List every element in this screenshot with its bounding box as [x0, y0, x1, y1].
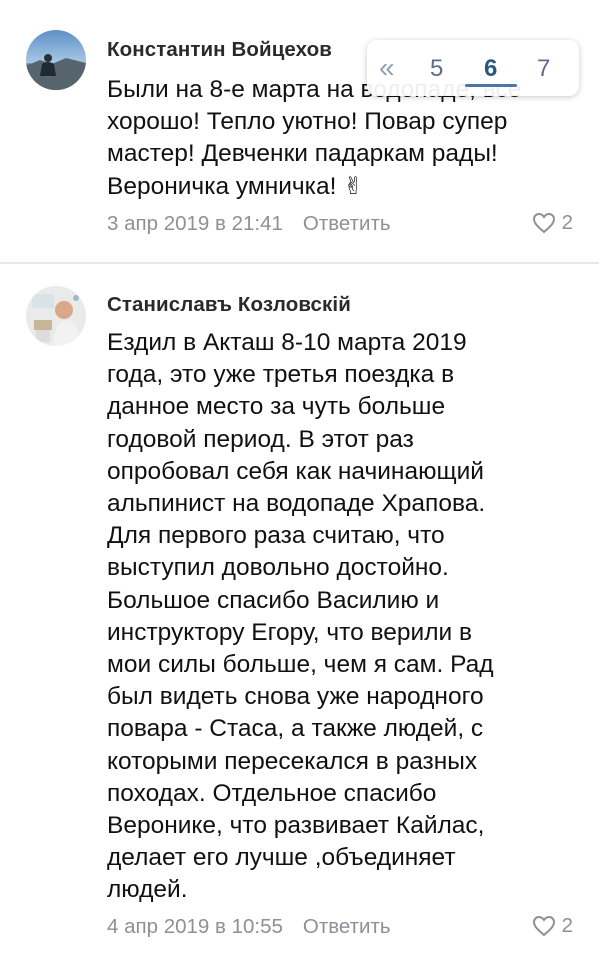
comment-text-line: Большое спасибо Василию и: [107, 586, 440, 614]
comment-text-line: мастер! Девченки падаркам рады!: [107, 140, 498, 168]
comment-text-line: которыми пересекался в разных: [107, 747, 478, 775]
page-5-button[interactable]: 5: [430, 55, 443, 83]
comment-text-line: хорошо! Тепло уютно! Повар супер: [107, 108, 508, 136]
reply-button[interactable]: Ответить: [303, 212, 391, 235]
double-chevron-left-icon[interactable]: «: [379, 52, 395, 84]
comment-text-line-content: Вероничка умничка!: [107, 172, 337, 200]
comment-meta: 4 апр 2019 в 10:55 Ответить: [107, 915, 391, 939]
comment-text-line: людей.: [107, 876, 188, 904]
comment-text-line: Веронике, что развивает Кайлас,: [107, 812, 485, 840]
current-page-indicator: [465, 84, 517, 87]
comment-date[interactable]: 4 апр 2019 в 10:55: [107, 915, 283, 938]
page-6-button[interactable]: 6: [484, 55, 497, 83]
comment-text-line: выступил довольно достойно.: [107, 554, 449, 582]
comment-author[interactable]: Станиславъ Козловскій: [107, 293, 351, 317]
comment-text-line: походах. Отдельное спасибо: [107, 779, 437, 807]
comment-author[interactable]: Константин Войцехов: [107, 38, 332, 62]
comment-date[interactable]: 3 апр 2019 в 21:41: [107, 212, 283, 235]
avatar[interactable]: [26, 30, 86, 90]
comment-text-line: Вероничка умничка! ✌: [107, 171, 577, 203]
comment-text-line: опробовал себя как начинающий: [107, 457, 484, 485]
comment-text-line: года, это уже третья поездка в: [107, 361, 455, 389]
page-7-button[interactable]: 7: [537, 55, 550, 83]
comment-text-line: данное место за чуть больше: [107, 393, 446, 421]
comment-text-line: Для первого раза считаю, что: [107, 522, 445, 550]
like-count: 2: [561, 211, 573, 234]
comment-text-line: мои силы больше, чем я сам. Рад: [107, 651, 494, 679]
avatar[interactable]: [26, 286, 86, 346]
heart-outline-icon: [532, 212, 555, 234]
comment-text-line: инструктору Егору, что верили в: [107, 618, 473, 646]
like-button[interactable]: 2: [532, 211, 573, 235]
comment-text-line: альпинист на водопаде Храпова.: [107, 490, 486, 518]
heart-outline-icon: [532, 915, 555, 937]
comment-text-line: годовой период. В этот раз: [107, 425, 414, 453]
pagination: « 5 6 7: [367, 40, 579, 96]
comment-text-line: Ездил в Акташ 8-10 марта 2019: [107, 329, 467, 356]
comment-text-line: повара - Стаса, а также людей, с: [107, 715, 484, 743]
victory-hand-emoji: ✌: [343, 172, 364, 200]
comment-text-line: был видеть снова уже народного: [107, 683, 484, 711]
comment-meta: 3 апр 2019 в 21:41 Ответить: [107, 212, 391, 236]
like-count: 2: [561, 914, 573, 937]
comment-2: Станиславъ Козловскій Ездил в Акташ 8-10…: [0, 264, 599, 960]
comment-text-line: делает его лучше ,объединяет: [107, 844, 456, 872]
reply-button[interactable]: Ответить: [303, 915, 391, 938]
like-button[interactable]: 2: [532, 914, 573, 938]
comment-text: Ездил в Акташ 8-10 марта 2019 года, это …: [107, 327, 577, 907]
